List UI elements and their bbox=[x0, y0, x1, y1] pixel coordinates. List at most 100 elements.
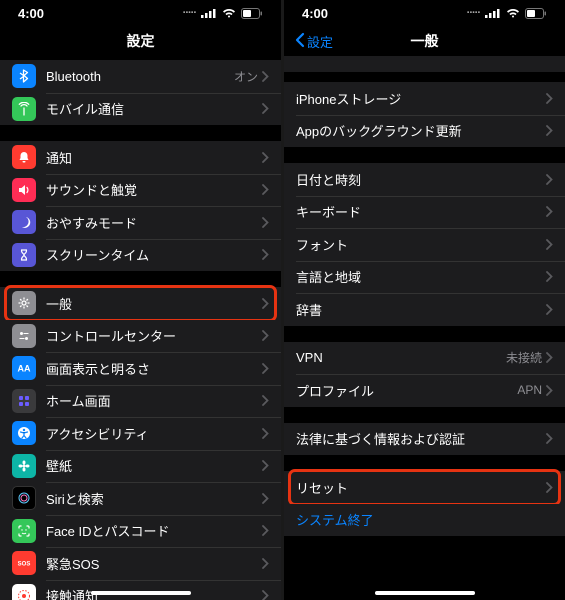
back-button[interactable]: 設定 bbox=[294, 32, 333, 51]
chevron-left-icon bbox=[294, 32, 307, 51]
home-indicator[interactable] bbox=[375, 591, 475, 595]
svg-text:AA: AA bbox=[18, 364, 31, 374]
settings-row[interactable]: フォント bbox=[284, 228, 565, 261]
chevron-right-icon bbox=[262, 71, 269, 82]
status-right bbox=[467, 7, 547, 19]
settings-row[interactable]: ホーム画面 bbox=[0, 385, 281, 418]
row-label: コントロールセンター bbox=[46, 326, 262, 345]
navbar-right: 設定 一般 bbox=[284, 26, 565, 56]
settings-list[interactable]: Bluetoothオンモバイル通信通知サウンドと触覚おやすみモードスクリーンタイ… bbox=[0, 56, 281, 600]
exposure-icon bbox=[12, 584, 36, 600]
status-dots-icon bbox=[183, 7, 196, 19]
bluetooth-icon bbox=[12, 64, 36, 88]
row-label: モバイル通信 bbox=[46, 99, 262, 118]
signal-icon bbox=[485, 8, 501, 18]
chevron-right-icon bbox=[262, 217, 269, 228]
chevron-right-icon bbox=[546, 433, 553, 444]
status-bar: 4:00 bbox=[0, 0, 281, 26]
settings-row[interactable]: 通知 bbox=[0, 141, 281, 174]
settings-row[interactable]: スクリーンタイム bbox=[0, 239, 281, 272]
settings-row[interactable]: Siriと検索 bbox=[0, 482, 281, 515]
settings-row[interactable] bbox=[284, 56, 565, 72]
chevron-right-icon bbox=[262, 428, 269, 439]
chevron-right-icon bbox=[546, 93, 553, 104]
settings-row[interactable]: 法律に基づく情報および認証 bbox=[284, 423, 565, 456]
settings-row[interactable]: サウンドと触覚 bbox=[0, 174, 281, 207]
chevron-right-icon bbox=[546, 352, 553, 363]
row-label: サウンドと触覚 bbox=[46, 180, 262, 199]
settings-row[interactable]: AA画面表示と明るさ bbox=[0, 352, 281, 385]
settings-row[interactable]: おやすみモード bbox=[0, 206, 281, 239]
settings-group: リセットシステム終了 bbox=[284, 471, 565, 536]
row-value: APN bbox=[517, 383, 542, 397]
row-label: 辞書 bbox=[296, 300, 546, 319]
chevron-right-icon bbox=[262, 460, 269, 471]
chevron-right-icon bbox=[262, 184, 269, 195]
home-indicator[interactable] bbox=[91, 591, 191, 595]
settings-row[interactable]: キーボード bbox=[284, 196, 565, 229]
settings-row[interactable]: VPN未接続 bbox=[284, 342, 565, 375]
row-label: おやすみモード bbox=[46, 213, 262, 232]
phone-right: 4:00 設定 一般 iPhoneストレージ Appのバックグラウンド更新日付と時… bbox=[284, 0, 565, 600]
page-title: 設定 bbox=[127, 31, 155, 51]
settings-group: iPhoneストレージ Appのバックグラウンド更新 bbox=[284, 82, 565, 147]
row-value: 未接続 bbox=[506, 349, 542, 366]
settings-row[interactable]: 日付と時刻 bbox=[284, 163, 565, 196]
svg-text:SOS: SOS bbox=[18, 562, 31, 568]
hourglass-icon bbox=[12, 243, 36, 267]
status-bar: 4:00 bbox=[284, 0, 565, 26]
battery-icon bbox=[241, 8, 263, 19]
chevron-right-icon bbox=[262, 103, 269, 114]
settings-row[interactable]: リセット bbox=[284, 471, 565, 504]
settings-row[interactable]: iPhoneストレージ bbox=[284, 82, 565, 115]
gear-icon bbox=[12, 291, 36, 315]
settings-group: 日付と時刻キーボードフォント言語と地域辞書 bbox=[284, 163, 565, 326]
navbar-left: 設定 bbox=[0, 26, 281, 56]
screenshots-pair: 4:00 設定 Bluetoothオンモバイル通信通知サウンドと触覚おやすみモー… bbox=[0, 0, 565, 600]
row-label: Face IDとパスコード bbox=[46, 521, 262, 540]
chevron-right-icon bbox=[546, 174, 553, 185]
grid-icon bbox=[12, 389, 36, 413]
row-label: 通知 bbox=[46, 148, 262, 167]
row-label: Siriと検索 bbox=[46, 489, 262, 508]
bell-icon bbox=[12, 145, 36, 169]
chevron-right-icon bbox=[262, 395, 269, 406]
siri-icon bbox=[12, 486, 36, 510]
settings-row[interactable]: 言語と地域 bbox=[284, 261, 565, 294]
settings-row[interactable]: 壁紙 bbox=[0, 450, 281, 483]
chevron-right-icon bbox=[262, 525, 269, 536]
accessibility-icon bbox=[12, 421, 36, 445]
settings-row[interactable]: 辞書 bbox=[284, 293, 565, 326]
settings-row[interactable]: Appのバックグラウンド更新 bbox=[284, 115, 565, 148]
wifi-icon bbox=[506, 8, 520, 18]
row-label: リセット bbox=[296, 478, 546, 497]
general-list[interactable]: iPhoneストレージ Appのバックグラウンド更新日付と時刻キーボードフォント言… bbox=[284, 56, 565, 600]
battery-icon bbox=[525, 8, 547, 19]
flower-icon bbox=[12, 454, 36, 478]
status-time: 4:00 bbox=[18, 6, 44, 21]
back-label: 設定 bbox=[307, 32, 333, 51]
settings-row[interactable]: コントロールセンター bbox=[0, 320, 281, 353]
row-label: Appのバックグラウンド更新 bbox=[296, 121, 546, 140]
settings-row[interactable]: モバイル通信 bbox=[0, 93, 281, 126]
settings-row[interactable]: システム終了 bbox=[284, 504, 565, 537]
chevron-right-icon bbox=[262, 558, 269, 569]
settings-row[interactable]: 接触通知 bbox=[0, 580, 281, 600]
settings-row[interactable]: SOS 緊急SOS bbox=[0, 547, 281, 580]
settings-row[interactable]: Face IDとパスコード bbox=[0, 515, 281, 548]
settings-row[interactable]: プロファイルAPN bbox=[284, 374, 565, 407]
faceid-icon bbox=[12, 519, 36, 543]
chevron-right-icon bbox=[262, 152, 269, 163]
settings-row[interactable]: 一般 bbox=[0, 287, 281, 320]
settings-row[interactable]: Bluetoothオン bbox=[0, 60, 281, 93]
row-label: iPhoneストレージ bbox=[296, 89, 546, 108]
row-label: 緊急SOS bbox=[46, 554, 262, 573]
status-right bbox=[183, 7, 263, 19]
row-label: フォント bbox=[296, 235, 546, 254]
row-label: アクセシビリティ bbox=[46, 424, 262, 443]
wifi-icon bbox=[222, 8, 236, 18]
status-time: 4:00 bbox=[302, 6, 328, 21]
settings-group: 法律に基づく情報および認証 bbox=[284, 423, 565, 456]
row-label: スクリーンタイム bbox=[46, 245, 262, 264]
settings-row[interactable]: アクセシビリティ bbox=[0, 417, 281, 450]
